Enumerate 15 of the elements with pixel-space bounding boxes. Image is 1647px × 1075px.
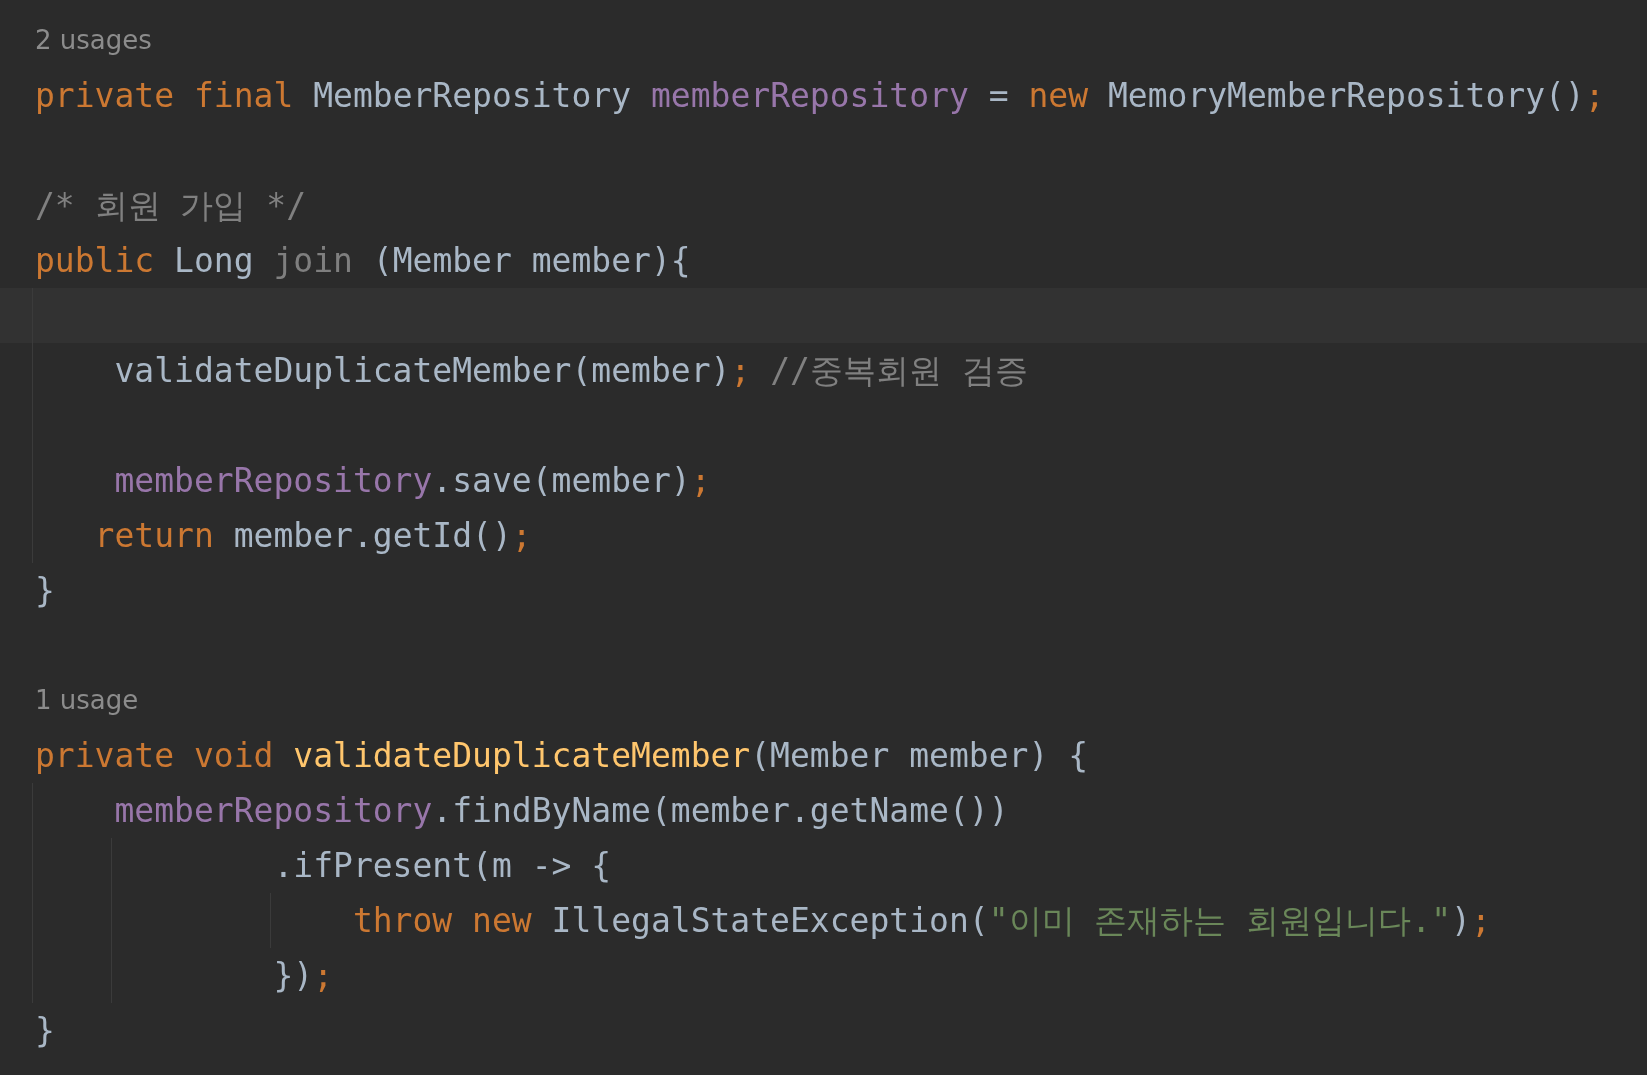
code-line: .ifPresent(m -> { xyxy=(272,849,612,882)
code-line: private final MemberRepository memberRepository = new MemoryMemberRepository(); xyxy=(35,79,1605,112)
code-line: /* 회원 가입 */ xyxy=(35,189,307,222)
code-line: memberRepository.save(member); xyxy=(113,464,711,497)
code-line: public Long join (Member member){ xyxy=(35,244,691,277)
code-line: return member.getId(); xyxy=(93,519,532,552)
code-line: }); xyxy=(272,959,334,992)
code-line: validateDuplicateMember(member); //중복회원 검증 xyxy=(113,354,1028,387)
code-line: private void validateDuplicateMember(Member member) { xyxy=(35,739,1088,772)
code-line: } xyxy=(35,574,55,607)
code-line: memberRepository.findByName(member.getName()) xyxy=(113,794,1009,827)
usage-hint[interactable]: 1 usage xyxy=(35,681,139,720)
usage-hint[interactable]: 2 usages xyxy=(35,21,152,60)
code-line: throw new IllegalStateException("이미 존재하는 회원입니다."); xyxy=(351,904,1491,937)
code-line: } xyxy=(35,1014,55,1047)
